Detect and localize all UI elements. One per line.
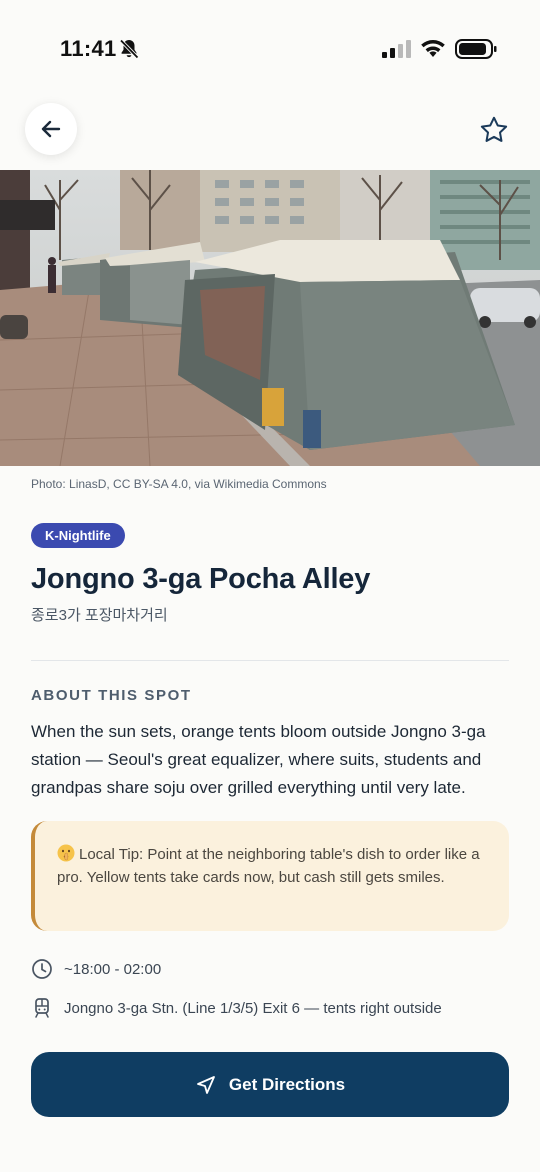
get-directions-button[interactable]: Get Directions: [31, 1052, 509, 1117]
cellular-signal-icon: [382, 40, 411, 58]
local-tip: Local Tip: Point at the neighboring tabl…: [57, 843, 485, 889]
local-name: 종로3가 포장마차거리: [31, 607, 168, 624]
about-heading: ABOUT THIS SPOT: [31, 687, 192, 704]
clock-icon: [31, 958, 53, 980]
category-badge: K-Nightlife: [31, 523, 125, 548]
hours-row: ~18:00 - 02:00: [31, 957, 161, 981]
hours-text: ~18:00 - 02:00: [64, 960, 162, 978]
page-title: Jongno 3-ga Pocha Alley: [31, 563, 371, 595]
divider: [31, 660, 509, 661]
wifi-icon: [421, 40, 445, 57]
status-bar: 11:41: [0, 0, 540, 96]
transit-row: Jongno 3-ga Stn. (Line 1/3/5) Exit 6 — t…: [31, 996, 442, 1020]
about-description: When the sun sets, orange tents bloom ou…: [31, 722, 486, 797]
battery-icon: [455, 39, 497, 59]
favorite-button[interactable]: [474, 110, 514, 150]
shushing-face-icon: [57, 844, 75, 862]
arrow-left-icon: [41, 120, 61, 138]
local-tip-card: Local Tip: Point at the neighboring tabl…: [31, 821, 509, 931]
transit-text: Jongno 3-ga Stn. (Line 1/3/5) Exit 6 — t…: [64, 999, 442, 1017]
local-tip-text: Local Tip: Point at the neighboring tabl…: [57, 846, 480, 886]
spot-photo: [0, 170, 540, 466]
back-button[interactable]: [25, 103, 77, 155]
bell-slash-icon: [119, 39, 139, 59]
status-time: 11:41: [60, 36, 117, 61]
get-directions-label: Get Directions: [228, 1074, 346, 1094]
navigation-arrow-icon: [196, 1075, 215, 1094]
photo-credit: Photo: LinasD, CC BY-SA 4.0, via Wikimed…: [31, 477, 327, 491]
star-outline-icon: [480, 116, 508, 142]
train-icon: [31, 997, 53, 1019]
